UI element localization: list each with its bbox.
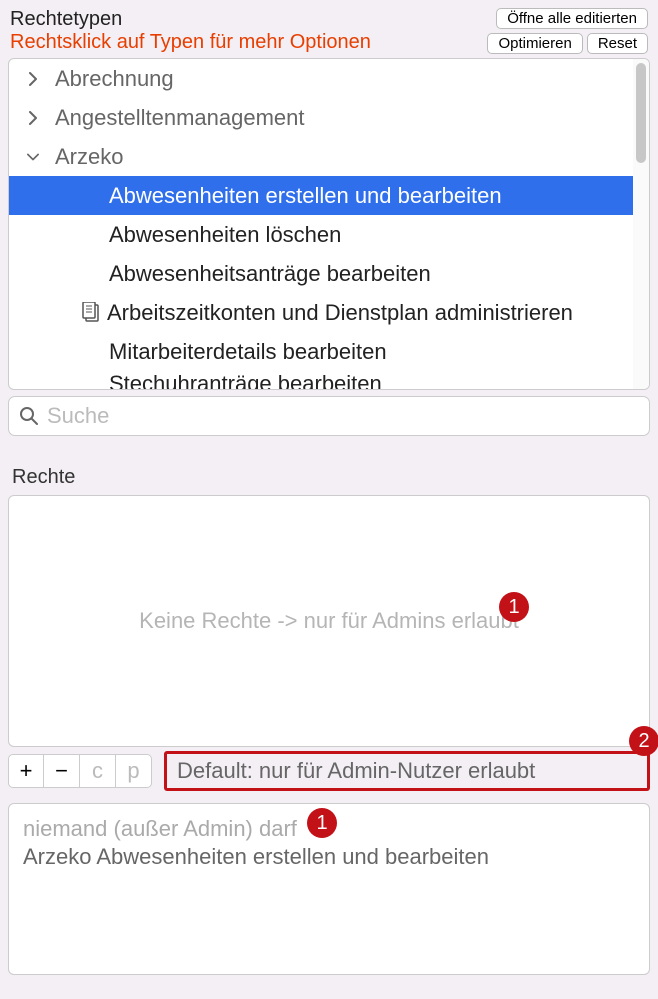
tree-item-label: Abwesenheiten löschen [109,222,341,248]
rechte-toolbar: + − c p Default: nur für Admin-Nutzer er… [8,751,650,791]
reset-button[interactable]: Reset [587,33,648,54]
header: Rechtetypen Rechtsklick auf Typen für me… [0,0,658,58]
paste-button[interactable]: p [116,754,152,788]
copy-button[interactable]: c [80,754,116,788]
default-rule-highlight: Default: nur für Admin-Nutzer erlaubt 2 [164,751,650,791]
search-icon [19,406,39,426]
annotation-badge-2: 2 [629,726,658,756]
tree-item-label: Abwesenheitsanträge bearbeiten [109,261,431,287]
summary-box: niemand (außer Admin) darf Arzeko Abwese… [8,803,650,975]
rechte-list: Keine Rechte -> nur für Admins erlaubt 1 [8,495,650,747]
scrollbar-thumb[interactable] [636,63,646,163]
chevron-right-icon [27,111,41,125]
tree-group-label: Angestelltenmanagement [55,105,305,131]
header-title: Rechtetypen [10,8,371,31]
optimize-button[interactable]: Optimieren [487,33,582,54]
add-button[interactable]: + [8,754,44,788]
chevron-right-icon [27,72,41,86]
tree-group-label: Abrechnung [55,66,174,92]
open-all-edited-button[interactable]: Öffne alle editierten [496,8,648,29]
document-icon [81,302,103,324]
tree-item-label: Arbeitszeitkonten und Dienstplan adminis… [107,300,573,326]
default-rule-text: Default: nur für Admin-Nutzer erlaubt [177,758,535,783]
chevron-down-icon [27,150,41,164]
tree-item-label: Stechuhranträge bearbeiten [109,371,382,389]
rechte-section-label: Rechte [12,466,658,489]
tree-group-abrechnung[interactable]: Abrechnung [9,59,633,98]
tree-item[interactable]: Abwesenheitsanträge bearbeiten [9,254,633,293]
scrollbar[interactable] [633,59,649,389]
summary-line-2: Arzeko Abwesenheiten erstellen und bearb… [23,844,635,870]
header-subtitle: Rechtsklick auf Typen für mehr Optionen [10,31,371,54]
remove-button[interactable]: − [44,754,80,788]
rights-type-tree: Abrechnung Angestelltenmanagement Arzeko… [8,58,650,390]
tree-group-angestelltenmanagement[interactable]: Angestelltenmanagement [9,98,633,137]
rechte-placeholder: Keine Rechte -> nur für Admins erlaubt [139,608,519,634]
tree-item[interactable]: Mitarbeiterdetails bearbeiten [9,332,633,371]
annotation-badge-1b: 1 [307,808,337,838]
tree-item-label: Abwesenheiten erstellen und bearbeiten [109,183,502,209]
annotation-badge-1: 1 [499,592,529,622]
tree-item[interactable]: Abwesenheiten erstellen und bearbeiten [9,176,633,215]
tree-item-label: Mitarbeiterdetails bearbeiten [109,339,387,365]
tree-item[interactable]: Arbeitszeitkonten und Dienstplan adminis… [9,293,633,332]
tree-item[interactable]: Abwesenheiten löschen [9,215,633,254]
search-input[interactable] [47,403,639,429]
tree-item[interactable]: Stechuhranträge bearbeiten [9,371,633,389]
tree-group-label: Arzeko [55,144,123,170]
search-field-container [8,396,650,436]
tree-group-arzeko[interactable]: Arzeko [9,137,633,176]
